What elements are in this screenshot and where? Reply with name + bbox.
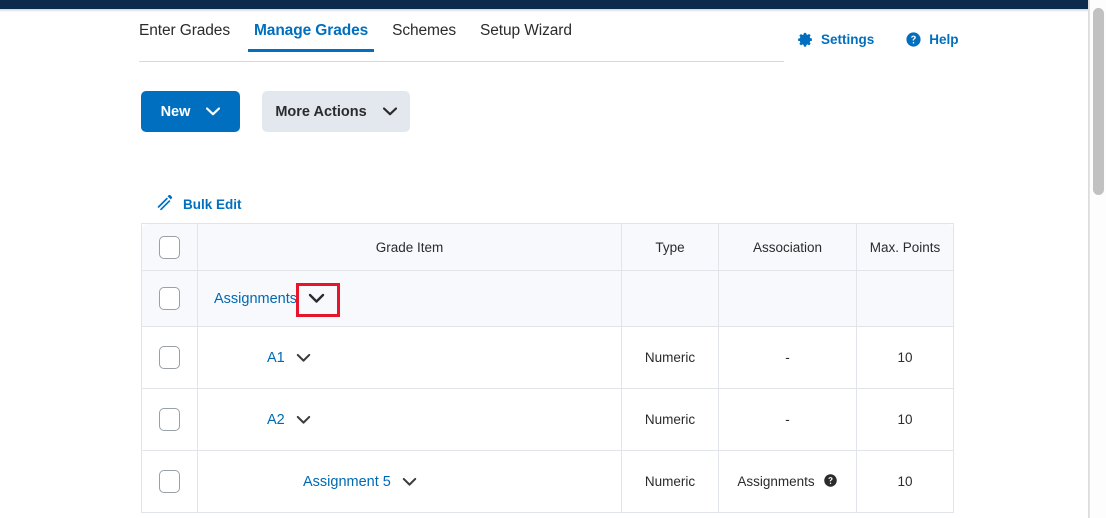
grade-item-header[interactable]: Grade Item [197,223,622,271]
type-cell [621,270,719,327]
type-cell: Numeric [621,450,719,513]
grade-category-link-assignments[interactable]: Assignments [214,291,297,307]
row-select-cell [141,388,198,451]
settings-link[interactable]: Settings [797,31,874,48]
type-cell: Numeric [621,388,719,451]
question-circle-icon [905,31,922,48]
grade-item-link-a2[interactable]: A2 [267,412,285,428]
table-row: A1 Numeric - 10 [141,326,954,389]
max-points-cell: 10 [856,326,954,389]
grade-item-link-assignment-5[interactable]: Assignment 5 [303,474,391,490]
item-actions-chevron-icon[interactable] [402,477,417,487]
utility-links: Settings Help [797,31,959,48]
help-link[interactable]: Help [905,31,959,48]
row-checkbox[interactable] [159,287,180,310]
max-points-cell: 10 [856,388,954,451]
more-actions-button[interactable]: More Actions [262,91,410,132]
action-button-row: New More Actions [141,91,410,132]
row-checkbox[interactable] [159,408,180,431]
tab-manage-grades[interactable]: Manage Grades [242,22,380,52]
select-all-checkbox[interactable] [159,235,180,259]
tab-schemes[interactable]: Schemes [380,22,468,52]
association-header[interactable]: Association [718,223,857,271]
page-content: Enter Grades Manage Grades Schemes Setup… [0,12,1089,518]
row-checkbox[interactable] [159,346,180,369]
type-header[interactable]: Type [621,223,719,271]
row-select-cell [141,270,198,327]
settings-label: Settings [821,32,875,47]
table-body: Assignments A1 Numeric - 10 A2 Numeric -… [141,270,954,513]
item-actions-chevron-icon[interactable] [296,353,311,363]
tab-list: Enter Grades Manage Grades Schemes Setup… [139,22,784,61]
scrollbar-thumb[interactable] [1093,8,1104,195]
chevron-down-icon [206,104,221,120]
pencil-edit-icon [155,193,174,215]
row-select-cell [141,450,198,513]
category-actions-chevron-icon[interactable] [308,293,325,304]
association-cell: - [718,326,857,389]
grade-items-table: Grade Item Type Association Max. Points … [141,223,954,513]
question-circle-filled-icon[interactable] [823,473,838,491]
row-checkbox[interactable] [159,470,180,493]
association-label: Assignments [737,474,815,489]
association-cell [718,270,857,327]
manage-grades-page: Enter Grades Manage Grades Schemes Setup… [0,0,1106,518]
bulk-edit-label: Bulk Edit [183,196,242,212]
grades-tab-bar: Enter Grades Manage Grades Schemes Setup… [139,22,784,64]
item-actions-chevron-icon[interactable] [296,415,311,425]
grade-item-cell: Assignment 5 [197,450,622,513]
new-button[interactable]: New [141,91,240,132]
max-points-cell: 10 [856,450,954,513]
table-row: Assignments [141,270,954,327]
vertical-scrollbar[interactable] [1089,0,1106,518]
more-actions-button-label: More Actions [275,103,367,120]
new-button-label: New [160,103,191,120]
grade-item-cell: A1 [197,326,622,389]
bulk-edit-button[interactable]: Bulk Edit [155,193,242,215]
table-row: A2 Numeric - 10 [141,388,954,451]
table-header-row: Grade Item Type Association Max. Points [141,223,954,271]
tab-setup-wizard[interactable]: Setup Wizard [468,22,584,52]
help-label: Help [929,32,959,47]
table-row: Assignment 5 Numeric Assignments 10 [141,450,954,513]
grade-item-cell: A2 [197,388,622,451]
gear-icon [797,31,814,48]
select-all-header [141,223,198,271]
max-points-header[interactable]: Max. Points [856,223,954,271]
type-cell: Numeric [621,326,719,389]
association-cell: - [718,388,857,451]
grade-item-link-a1[interactable]: A1 [267,350,285,366]
tab-bar-divider [139,61,784,62]
row-select-cell [141,326,198,389]
chevron-down-icon [382,104,397,120]
grade-item-cell: Assignments [197,270,622,327]
association-cell: Assignments [718,450,857,513]
max-points-cell [856,270,954,327]
tab-enter-grades[interactable]: Enter Grades [139,22,242,52]
table-header: Grade Item Type Association Max. Points [141,223,954,271]
top-navigation-bar [0,0,1097,9]
